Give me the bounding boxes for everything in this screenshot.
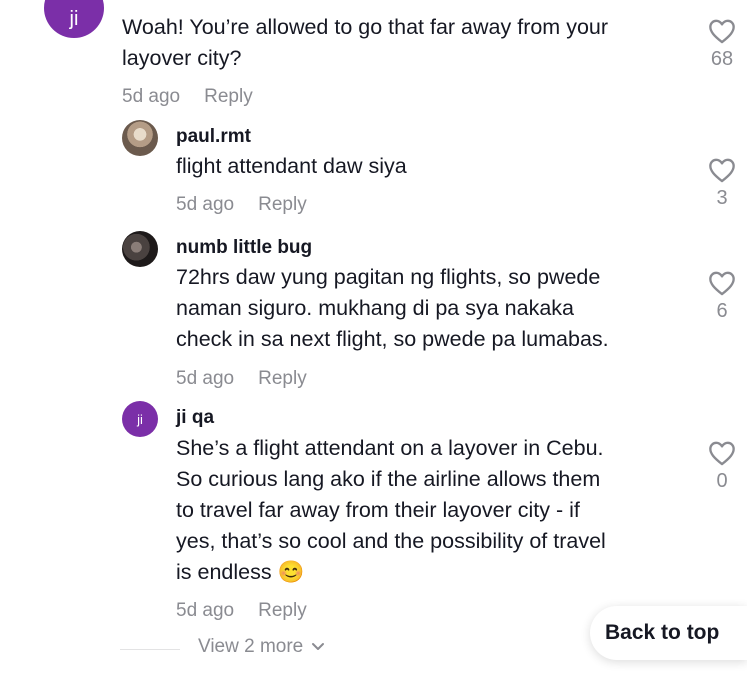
comment-text: She’s a flight attendant on a layover in… xyxy=(176,433,606,588)
comment-meta: 5d ago Reply xyxy=(176,194,307,216)
avatar[interactable]: ji xyxy=(44,0,104,38)
avatar[interactable]: ji xyxy=(122,401,158,437)
comment-timestamp: 5d ago xyxy=(176,194,235,215)
reply-button[interactable]: Reply xyxy=(204,86,253,107)
like-button[interactable]: 6 xyxy=(702,270,742,323)
avatar[interactable] xyxy=(122,120,158,156)
reply-button[interactable]: Reply xyxy=(258,194,307,215)
avatar[interactable] xyxy=(122,231,158,267)
comment-meta: 5d ago Reply xyxy=(176,600,307,622)
heart-outline-icon xyxy=(709,441,735,466)
comment-text-line: check in sa next flight, so pwede pa lum… xyxy=(176,327,609,351)
comment-text-line: Woah! You’re allowed to go that far away… xyxy=(122,15,609,39)
comment-text-line: yes, that’s so cool and the possibility … xyxy=(176,529,606,553)
comment-text-line: She’s a flight attendant on a layover in… xyxy=(176,436,604,460)
like-count: 6 xyxy=(716,300,728,322)
comment-text-line: naman siguro. mukhang di pa sya nakaka xyxy=(176,296,574,320)
reply-button[interactable]: Reply xyxy=(258,600,307,621)
avatar-initials: ji xyxy=(69,7,79,30)
heart-outline-icon xyxy=(709,158,735,183)
heart-outline-icon xyxy=(709,271,735,296)
view-more-replies-button[interactable]: View 2 more xyxy=(198,636,325,658)
comment-timestamp: 5d ago xyxy=(122,86,181,107)
comment-text-line: So curious lang ako if the airline allow… xyxy=(176,467,601,491)
like-button[interactable]: 3 xyxy=(702,157,742,210)
heart-outline-icon xyxy=(709,19,735,44)
comment-meta: 5d ago Reply xyxy=(176,368,307,390)
comment-text-line: flight attendant daw siya xyxy=(176,154,407,178)
like-count: 68 xyxy=(710,48,734,70)
like-count: 3 xyxy=(716,187,728,209)
chevron-down-icon xyxy=(312,643,325,650)
username[interactable]: paul.rmt xyxy=(176,126,251,148)
username[interactable]: numb little bug xyxy=(176,237,312,259)
comment-text-line: to travel far away from their layover ci… xyxy=(176,498,580,522)
username[interactable]: ji qa xyxy=(176,407,214,429)
like-count: 0 xyxy=(716,470,728,492)
back-to-top-button[interactable]: Back to top xyxy=(590,606,747,660)
comment-text-line: layover city? xyxy=(122,46,242,70)
comment-text: Woah! You’re allowed to go that far away… xyxy=(122,12,608,74)
avatar-initials: ji xyxy=(137,411,143,427)
comment-timestamp: 5d ago xyxy=(176,600,235,621)
view-more-label: View 2 more xyxy=(198,636,304,657)
like-button[interactable]: 68 xyxy=(702,18,742,71)
like-button[interactable]: 0 xyxy=(702,440,742,493)
comment-timestamp: 5d ago xyxy=(176,368,235,389)
comment-meta: 5d ago Reply xyxy=(122,86,253,108)
divider xyxy=(120,649,180,650)
comment-text-segment: is endless xyxy=(176,560,272,584)
smiling-face-emoji: 😊 xyxy=(277,560,305,584)
comment-text-line-last: is endless 😊 xyxy=(176,557,606,588)
comment-text-line: 72hrs daw yung pagitan ng flights, so pw… xyxy=(176,265,601,289)
reply-button[interactable]: Reply xyxy=(258,368,307,389)
comment-text: 72hrs daw yung pagitan ng flights, so pw… xyxy=(176,262,609,355)
comment-text: flight attendant daw siya xyxy=(176,151,407,182)
